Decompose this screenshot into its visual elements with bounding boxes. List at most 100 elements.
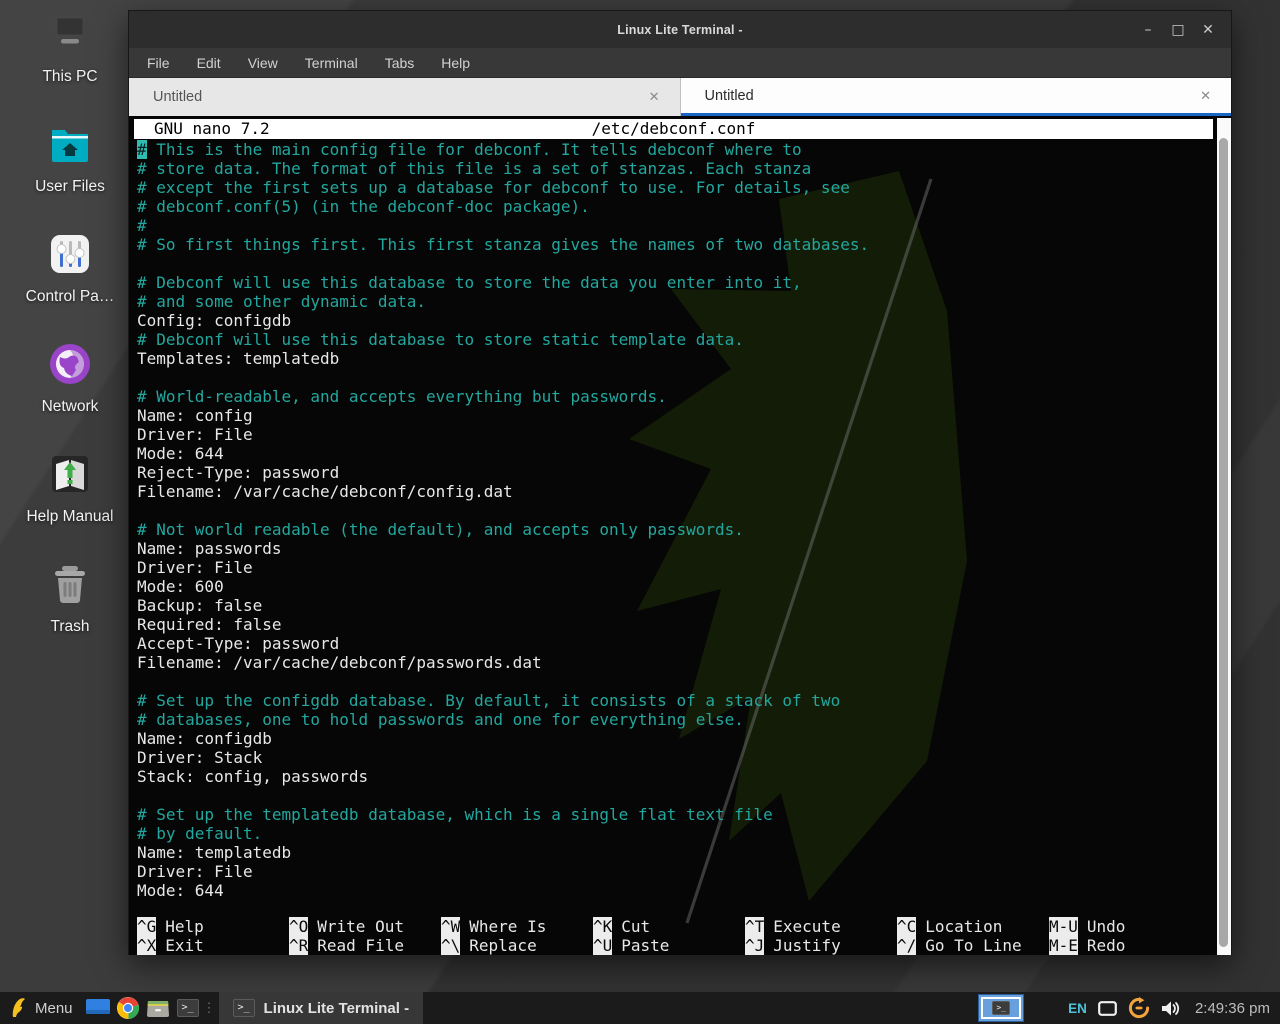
volume-icon[interactable]	[1161, 1000, 1180, 1017]
terminal-text-line	[137, 368, 1211, 387]
help-manual-icon	[46, 450, 94, 498]
terminal-text-line: # databases, one to hold passwords and o…	[137, 710, 1211, 729]
chrome-launcher[interactable]	[113, 992, 143, 1024]
terminal-text-line: # Debconf will use this database to stor…	[137, 330, 1211, 349]
shortcut-key: ^R	[289, 936, 308, 955]
shortcut-label: Undo	[1087, 917, 1126, 936]
menu-item-file[interactable]: File	[147, 55, 170, 71]
terminal-text-line: Accept-Type: password	[137, 634, 1211, 653]
desktop-icon-this-pc[interactable]: This PC	[0, 0, 140, 110]
shortcut-execute: ^T Execute	[745, 917, 897, 936]
tab-untitled-2[interactable]: Untitled ✕	[681, 78, 1232, 116]
desktop-icon-control-panel[interactable]: Control Pa…	[0, 220, 140, 330]
nano-file-path: /etc/debconf.conf	[134, 119, 1213, 139]
tab-label: Untitled	[705, 88, 754, 104]
tab-untitled-1[interactable]: Untitled ✕	[129, 78, 681, 116]
menu-button[interactable]: Menu	[0, 992, 83, 1024]
nano-titlebar: GNU nano 7.2 /etc/debconf.conf	[134, 119, 1213, 139]
terminal-scrollbar[interactable]	[1217, 118, 1231, 955]
tab-close-icon[interactable]: ✕	[649, 89, 660, 105]
terminal-icon: >_	[233, 999, 255, 1017]
shortcut-label: Read File	[317, 936, 404, 955]
menu-item-help[interactable]: Help	[441, 55, 470, 71]
desktop-icon-user-files[interactable]: User Files	[0, 110, 140, 220]
window-title: Linux Lite Terminal -	[617, 23, 743, 37]
terminal-text-line: Mode: 644	[137, 881, 1211, 900]
terminal-text-line: Driver: File	[137, 558, 1211, 577]
shortcut-key: M-U	[1049, 917, 1078, 936]
tab-bar: Untitled ✕ Untitled ✕	[129, 78, 1231, 116]
terminal-text-line: Stack: config, passwords	[137, 767, 1211, 786]
terminal-viewport[interactable]: GNU nano 7.2 /etc/debconf.conf # This is…	[129, 116, 1231, 955]
terminal-launcher[interactable]: >_	[173, 992, 203, 1024]
shortcut-label: Execute	[773, 917, 840, 936]
menu-item-terminal[interactable]: Terminal	[305, 55, 358, 71]
taskbar-separator-handle[interactable]: ⋮	[203, 1000, 215, 1016]
terminal-text-line	[137, 672, 1211, 691]
shortcut-write-out: ^OWrite Out	[289, 917, 441, 936]
window-titlebar[interactable]: Linux Lite Terminal - – □ ✕	[129, 11, 1231, 48]
minimize-button[interactable]: –	[1133, 15, 1163, 45]
terminal-text-line: Name: configdb	[137, 729, 1211, 748]
file-manager-icon	[86, 999, 110, 1017]
shortcut-label: Paste	[621, 936, 669, 955]
shortcut-label: Help	[165, 917, 204, 936]
shortcut-key: ^J	[745, 936, 764, 955]
archive-manager-icon	[146, 998, 170, 1018]
shortcut-label: Go To Line	[925, 936, 1021, 955]
terminal-text-line	[137, 254, 1211, 273]
shortcut-row: ^XExit^RRead File^\Replace^UPaste^JJusti…	[137, 936, 1211, 955]
terminal-text-line: # Debconf will use this database to stor…	[137, 273, 1211, 292]
terminal-text-line	[137, 501, 1211, 520]
shortcut-key: ^T	[745, 917, 764, 936]
desktop-icon-column: This PC User Files Control Pa…	[0, 0, 140, 660]
shortcut-label: Redo	[1087, 936, 1126, 955]
task-button-terminal[interactable]: >_ Linux Lite Terminal -	[219, 992, 424, 1024]
terminal-text-line: Driver: File	[137, 425, 1211, 444]
desktop-icon-label: Control Pa…	[26, 288, 115, 306]
menu-bar: File Edit View Terminal Tabs Help	[129, 48, 1231, 78]
desktop-icon-label: Trash	[50, 618, 89, 636]
terminal-text-line: Name: passwords	[137, 539, 1211, 558]
terminal-workspace-icon: >_	[992, 1001, 1010, 1015]
scrollbar-thumb[interactable]	[1219, 138, 1228, 947]
terminal-text-line: Templates: templatedb	[137, 349, 1211, 368]
desktop-icon-help-manual[interactable]: Help Manual	[0, 440, 140, 550]
terminal-text-line: # World-readable, and accepts everything…	[137, 387, 1211, 406]
menu-item-view[interactable]: View	[248, 55, 278, 71]
terminal-text-line: # Not world readable (the default), and …	[137, 520, 1211, 539]
archive-manager-launcher[interactable]	[143, 992, 173, 1024]
shortcut-where-is: ^WWhere Is	[441, 917, 593, 936]
menu-button-label: Menu	[35, 1000, 73, 1017]
shortcut-key: ^K	[593, 917, 612, 936]
desktop-icon-trash[interactable]: Trash	[0, 550, 140, 660]
shortcut-go-to-line: ^/Go To Line	[897, 936, 1049, 955]
shortcut-label: Location	[925, 917, 1002, 936]
shortcut-redo: M-ERedo	[1049, 936, 1201, 955]
shortcut-key: ^U	[593, 936, 612, 955]
terminal-text-line: Mode: 600	[137, 577, 1211, 596]
nano-text-area[interactable]: # This is the main config file for debco…	[137, 140, 1211, 900]
keyboard-layout-indicator[interactable]: EN	[1068, 1001, 1087, 1016]
file-manager-launcher[interactable]	[83, 992, 113, 1024]
maximize-button[interactable]: □	[1163, 15, 1193, 45]
terminal-text-line: Name: templatedb	[137, 843, 1211, 862]
updates-icon[interactable]	[1128, 997, 1150, 1019]
shortcut-label: Exit	[165, 936, 204, 955]
menu-item-tabs[interactable]: Tabs	[385, 55, 415, 71]
shortcut-label: Justify	[773, 936, 840, 955]
text-cursor: #	[137, 140, 147, 159]
shortcut-cut: ^KCut	[593, 917, 745, 936]
terminal-text-line: # debconf.conf(5) (in the debconf-doc pa…	[137, 197, 1211, 216]
workspace-switcher[interactable]: >_	[978, 994, 1024, 1022]
display-icon[interactable]	[1098, 1001, 1117, 1016]
shortcut-key: ^G	[137, 917, 156, 936]
terminal-icon: >_	[177, 999, 199, 1017]
shortcut-label: Where Is	[469, 917, 546, 936]
desktop-icon-network[interactable]: Network	[0, 330, 140, 440]
tab-close-icon[interactable]: ✕	[1200, 88, 1211, 104]
menu-item-edit[interactable]: Edit	[197, 55, 221, 71]
desktop-icon-label: This PC	[42, 68, 97, 86]
close-button[interactable]: ✕	[1193, 15, 1223, 45]
clock[interactable]: 2:49:36 pm	[1195, 1000, 1270, 1017]
